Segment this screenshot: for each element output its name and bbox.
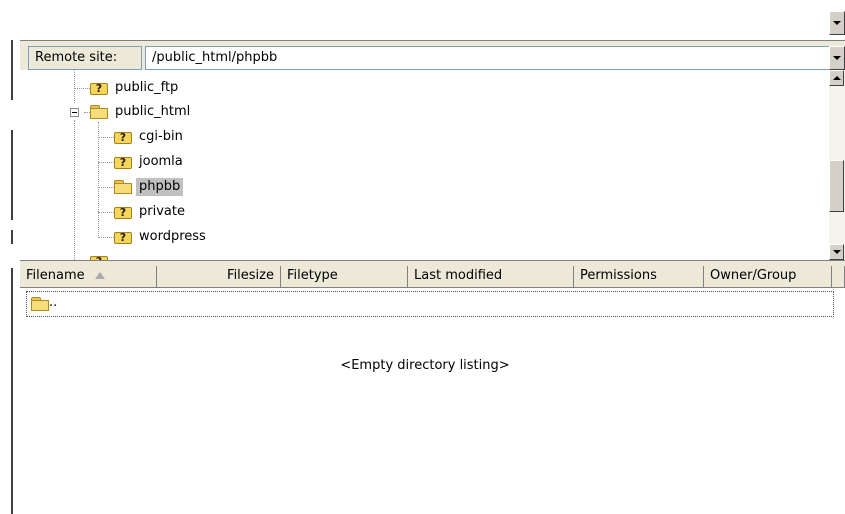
tree-item-label: joomla — [139, 154, 183, 169]
remote-site-path-input[interactable]: /public_html/phpbb — [145, 46, 830, 70]
empty-directory-message: <Empty directory listing> — [340, 358, 510, 373]
scroll-thumb[interactable] — [829, 160, 844, 212]
file-list-header: Filename Filesize Filetype Last modified… — [20, 266, 845, 288]
pane-border — [11, 40, 13, 100]
column-header-label: Filetype — [287, 268, 338, 283]
unknown-folder-icon: ? — [114, 205, 132, 219]
tree-item-label: wordpress — [139, 229, 206, 244]
column-header-extra[interactable] — [832, 266, 845, 288]
tree-item-label: public_html — [115, 104, 191, 119]
scroll-up-button[interactable] — [829, 70, 844, 86]
column-header-permissions[interactable]: Permissions — [574, 266, 704, 288]
column-header-label: Filesize — [227, 268, 274, 283]
tree-connector — [98, 122, 99, 238]
tree-item-public-html[interactable]: public_html — [90, 101, 193, 123]
tree-item-label: phpbb — [136, 178, 184, 196]
column-header-filetype[interactable]: Filetype — [281, 266, 408, 288]
remote-directory-tree: ? public_ftp public_html ? cgi-bin ? joo… — [20, 70, 830, 260]
left-pane-edge — [0, 40, 20, 514]
column-header-owner-group[interactable]: Owner/Group — [704, 266, 832, 288]
tree-vertical-scrollbar[interactable] — [829, 70, 845, 260]
unknown-folder-icon: ? — [90, 81, 108, 95]
tree-item-label: public_ftp — [115, 80, 179, 95]
scroll-down-button[interactable] — [829, 244, 844, 260]
chevron-up-icon — [832, 76, 841, 80]
tree-item-public-ftp[interactable]: ? public_ftp — [90, 77, 181, 99]
unknown-folder-icon: ? — [114, 130, 132, 144]
parent-directory-label: .. — [49, 295, 58, 310]
tree-item-cgi-bin[interactable]: ? cgi-bin — [114, 126, 186, 148]
tree-connector — [98, 212, 114, 213]
tree-item-label: private — [139, 204, 185, 219]
column-header-label: Last modified — [414, 268, 503, 283]
column-header-label: Permissions — [580, 268, 657, 283]
tree-connector — [98, 162, 114, 163]
unknown-folder-icon: ? — [114, 230, 132, 244]
tree-item-label: cgi-bin — [139, 129, 183, 144]
tree-connector — [74, 120, 75, 260]
remote-site-label: Remote site: — [28, 46, 142, 70]
tree-connector — [98, 137, 114, 138]
tree-item-wordpress[interactable]: ? wordpress — [114, 226, 209, 248]
tree-item-phpbb[interactable]: phpbb — [114, 176, 184, 198]
top-dropdown-button[interactable] — [829, 11, 845, 35]
column-header-last-modified[interactable]: Last modified — [408, 266, 574, 288]
column-header-label: Filename — [26, 268, 85, 283]
tree-item-partial: ? — [90, 250, 108, 260]
column-header-filesize[interactable]: Filesize — [157, 266, 281, 288]
pane-border — [11, 268, 13, 514]
tree-item-private[interactable]: ? private — [114, 201, 188, 223]
chevron-down-icon — [832, 250, 841, 254]
top-panel-strip — [0, 0, 845, 40]
tree-connector — [98, 237, 114, 238]
remote-site-history-dropdown[interactable] — [829, 46, 845, 70]
tree-item-joomla[interactable]: ? joomla — [114, 151, 186, 173]
folder-icon — [114, 180, 132, 194]
pane-border — [11, 130, 13, 220]
collapse-toggle[interactable] — [70, 108, 79, 117]
tree-connector — [74, 70, 75, 103]
column-header-filename[interactable]: Filename — [20, 266, 157, 288]
column-header-label: Owner/Group — [710, 268, 797, 283]
tree-connector — [74, 88, 90, 89]
chevron-down-icon — [833, 56, 841, 60]
sort-ascending-icon — [94, 272, 105, 279]
chevron-down-icon — [833, 21, 841, 25]
remote-file-list — [20, 288, 845, 514]
unknown-folder-icon: ? — [114, 155, 132, 169]
folder-icon — [90, 105, 108, 119]
table-row-parent-directory[interactable]: .. — [26, 291, 834, 317]
pane-border — [11, 230, 13, 244]
folder-icon — [31, 297, 49, 311]
tree-connector — [98, 187, 114, 188]
